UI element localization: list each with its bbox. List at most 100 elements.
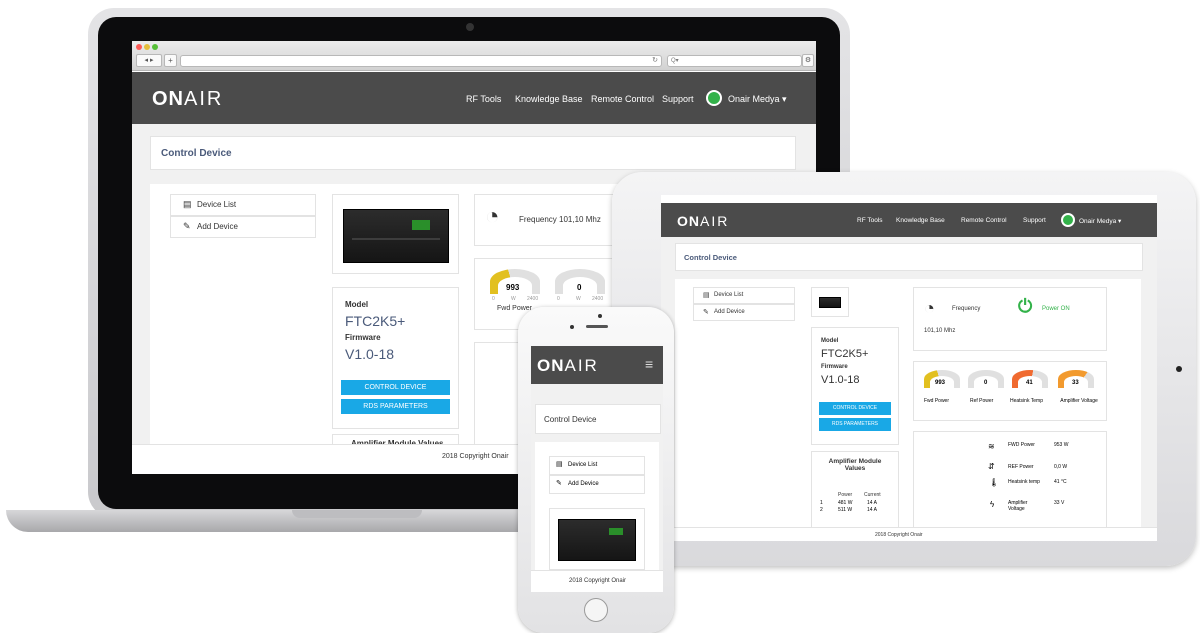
- back-forward-buttons[interactable]: ◂ ▸: [136, 54, 162, 67]
- sidebar-item-device-list[interactable]: ▤ Device List: [549, 456, 645, 475]
- hamburger-menu-icon[interactable]: ≡: [645, 356, 653, 372]
- gauge-value: 33: [1072, 380, 1079, 386]
- zoom-window-icon[interactable]: [152, 44, 158, 50]
- sidebar-item-add-device[interactable]: ✎ Add Device: [693, 304, 795, 321]
- pencil-icon: ✎: [556, 480, 562, 487]
- onair-logo[interactable]: ONAIR: [537, 356, 599, 376]
- laptop-notch: [292, 510, 422, 518]
- frequency-value: 101,10 Mhz: [924, 328, 956, 334]
- gauge-min: 0: [557, 296, 560, 302]
- logo-on: ON: [537, 356, 565, 375]
- page-title: Control Device: [161, 148, 232, 159]
- footer-copyright: 2018 Copyright Onair: [442, 453, 509, 460]
- reading-label: Amplifier Voltage: [1008, 500, 1028, 512]
- amplifier-card: Amplifier Module Values Power Current 1 …: [811, 451, 899, 533]
- pencil-icon: ✎: [703, 309, 709, 316]
- thermometer-icon: 🌡: [989, 478, 1000, 487]
- amp-row-index: 1: [820, 500, 823, 506]
- nav-rf-tools[interactable]: RF Tools: [466, 94, 501, 104]
- footer-copyright: 2018 Copyright Onair: [875, 532, 923, 538]
- nav-remote-control[interactable]: Remote Control: [961, 217, 1007, 224]
- url-bar[interactable]: ↻: [180, 55, 662, 67]
- user-menu[interactable]: Onair Medya ▾: [728, 94, 787, 105]
- gauge-label: Ref Power: [970, 398, 994, 404]
- logo-air: AIR: [184, 88, 224, 110]
- logo-on: ON: [677, 213, 700, 229]
- nav-support[interactable]: Support: [1023, 217, 1046, 224]
- transmitter-panel-line: [352, 238, 440, 240]
- reading-label: REF Power: [1008, 464, 1034, 470]
- amp-header-power: Power: [838, 492, 853, 498]
- footer-bar: 2018 Copyright Onair: [661, 527, 1157, 541]
- model-label: Model: [821, 338, 839, 344]
- nav-knowledge-base[interactable]: Knowledge Base: [896, 217, 945, 224]
- user-avatar[interactable]: [1061, 213, 1075, 227]
- gauge-max: 2400: [592, 296, 604, 302]
- nav-remote-control[interactable]: Remote Control: [591, 94, 654, 104]
- minimize-window-icon[interactable]: [144, 44, 150, 50]
- user-name: Onair Medya: [728, 94, 780, 104]
- gauge-max: 2400: [527, 296, 539, 302]
- page-title: Control Device: [544, 415, 597, 424]
- transmitter-image: [819, 297, 841, 308]
- rds-parameters-button[interactable]: RDS PARAMETERS: [341, 399, 450, 414]
- browser-search-input[interactable]: Q▾: [667, 55, 802, 67]
- onair-logo[interactable]: ONAIR: [677, 213, 729, 229]
- close-window-icon[interactable]: [136, 44, 142, 50]
- tablet-screen: ONAIR RF Tools Knowledge Base Remote Con…: [661, 195, 1157, 541]
- power-status: Power ON: [1042, 306, 1070, 312]
- nav-knowledge-base[interactable]: Knowledge Base: [515, 94, 583, 104]
- rds-parameters-button[interactable]: RDS PARAMETERS: [819, 418, 891, 431]
- tablet-page: Control Device ▤ Device List ✎ Add Devic…: [661, 237, 1157, 541]
- gauges-card: 993 Fwd Power 0 Ref Power 41 Heatsink Te…: [913, 361, 1107, 421]
- firmware-value: V1.0-18: [821, 374, 860, 386]
- reading-value: 953 W: [1054, 442, 1069, 448]
- gauge-label: Heatsink Temp: [1010, 398, 1043, 404]
- reload-icon[interactable]: ↻: [652, 56, 658, 66]
- footer-bar: 2018 Copyright Onair: [531, 570, 663, 592]
- book-icon: ▤: [703, 292, 710, 299]
- phone-page: Control Device ▤ Device List ✎ Add Devic…: [531, 384, 663, 592]
- gauge-unit: W: [511, 296, 516, 302]
- firmware-label: Firmware: [821, 364, 848, 370]
- sidebar-item-device-list[interactable]: ▤ Device List: [170, 194, 316, 216]
- sort-icon: ⇵: [988, 462, 995, 471]
- gauge-label: Fwd Power: [497, 305, 533, 312]
- gauge-min: 0: [492, 296, 495, 302]
- lightning-icon: ϟ: [990, 500, 995, 509]
- new-tab-icon[interactable]: +: [164, 54, 177, 67]
- frequency-card: ◔ Frequency 101,10 Mhz: [474, 194, 626, 246]
- model-label: Model: [345, 300, 369, 309]
- user-name: Onair Medya: [1079, 218, 1117, 225]
- user-avatar[interactable]: [706, 90, 722, 106]
- signal-icon: ◔: [924, 298, 935, 318]
- nav-support[interactable]: Support: [662, 94, 694, 104]
- control-device-button[interactable]: CONTROL DEVICE: [819, 402, 891, 415]
- device-image-card: [811, 287, 849, 317]
- reading-value: 0,0 W: [1054, 464, 1068, 470]
- settings-gear-icon[interactable]: ⚙: [802, 54, 814, 67]
- transmitter-display: [412, 220, 430, 230]
- user-menu[interactable]: Onair Medya ▾: [1079, 217, 1121, 225]
- page-header-card: Control Device: [675, 243, 1143, 271]
- sidebar-item-add-device[interactable]: ✎ Add Device: [170, 216, 316, 238]
- sidebar-item-label: Device List: [568, 462, 598, 468]
- device-image-card: [332, 194, 459, 274]
- device-info-card: Model FTC2K5+ Firmware V1.0-18 CONTROL D…: [332, 287, 459, 429]
- phone-home-button[interactable]: [584, 598, 608, 622]
- sidebar-item-label: Device List: [197, 200, 237, 209]
- nav-rf-tools[interactable]: RF Tools: [857, 217, 883, 224]
- onair-logo[interactable]: ONAIR: [152, 88, 223, 111]
- phone-camera-top: [598, 314, 602, 318]
- pencil-icon: ✎: [183, 221, 191, 231]
- firmware-label: Firmware: [345, 333, 381, 342]
- sidebar-item-device-list[interactable]: ▤ Device List: [693, 287, 795, 304]
- power-icon: ⏻: [1018, 296, 1033, 316]
- phone-camera: [570, 325, 574, 329]
- reading-label: FWD Power: [1008, 442, 1035, 448]
- control-device-button[interactable]: CONTROL DEVICE: [341, 380, 450, 395]
- reading-value: 33 V: [1054, 500, 1065, 506]
- sidebar-item-add-device[interactable]: ✎ Add Device: [549, 475, 645, 494]
- gauge-label: Fwd Power: [924, 398, 950, 404]
- amp-row-power: 511 W: [838, 507, 853, 513]
